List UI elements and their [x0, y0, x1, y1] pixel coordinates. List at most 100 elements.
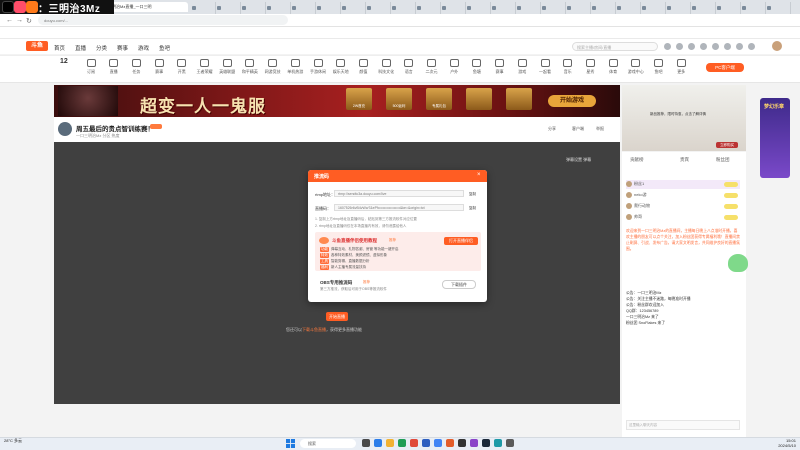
- rank-row[interactable]: 粉丝1: [626, 181, 740, 190]
- start-live-button[interactable]: 开始直播: [326, 312, 348, 321]
- category-item[interactable]: 手游休闲: [307, 59, 329, 75]
- client-button[interactable]: 客户端: [572, 126, 584, 132]
- category-item[interactable]: 户外: [443, 59, 465, 75]
- browser-tab[interactable]: [190, 2, 216, 14]
- download-plugin-button[interactable]: 下载插件: [442, 280, 476, 289]
- category-item[interactable]: 娱乐天地: [330, 59, 352, 75]
- browser-tab[interactable]: [440, 2, 466, 14]
- browser-tab[interactable]: [740, 2, 766, 14]
- browser-tab[interactable]: [515, 2, 541, 14]
- windows-start-icon[interactable]: [286, 439, 295, 448]
- rank-row[interactable]: neko游: [626, 192, 740, 201]
- app-icon[interactable]: [398, 439, 406, 447]
- category-item[interactable]: 鱼塘: [466, 59, 488, 75]
- start-game-button[interactable]: 开始游戏: [548, 95, 596, 107]
- category-item[interactable]: 鱼吧: [648, 59, 670, 75]
- douyu-logo[interactable]: 斗鱼: [26, 41, 48, 51]
- category-item[interactable]: 任务: [125, 59, 147, 75]
- app-icon[interactable]: [494, 439, 502, 447]
- browser-tab[interactable]: [365, 2, 391, 14]
- tab-vip[interactable]: 贵宾: [680, 157, 689, 163]
- category-item[interactable]: 王者荣耀: [194, 59, 216, 75]
- pc-client-button[interactable]: PC客户端: [706, 63, 744, 72]
- url-input[interactable]: douyu.com/...: [38, 15, 288, 25]
- browser-tab[interactable]: [390, 2, 416, 14]
- app-icon[interactable]: [446, 439, 454, 447]
- history-icon[interactable]: [664, 43, 671, 50]
- category-item[interactable]: 直播: [103, 59, 125, 75]
- browser-tab[interactable]: [290, 2, 316, 14]
- share-button[interactable]: 分享: [548, 126, 556, 132]
- app-icon[interactable]: [470, 439, 478, 447]
- message-icon[interactable]: [688, 43, 695, 50]
- subscribe-count[interactable]: 12: [60, 58, 68, 65]
- nav-games[interactable]: 游戏: [138, 44, 149, 52]
- task-icon[interactable]: [712, 43, 719, 50]
- category-item[interactable]: 订阅: [80, 59, 102, 75]
- steam-icon[interactable]: [482, 439, 490, 447]
- close-icon[interactable]: ×: [477, 172, 481, 178]
- category-item[interactable]: 网游竞技: [262, 59, 284, 75]
- rank-row[interactable]: 爬行动物: [626, 203, 740, 212]
- weather-widget[interactable]: 28°C 多云: [4, 438, 22, 443]
- browser-tab[interactable]: [540, 2, 566, 14]
- browser-tab[interactable]: [340, 2, 366, 14]
- category-item[interactable]: 二次元: [421, 59, 443, 75]
- browser-tab[interactable]: [265, 2, 291, 14]
- browser-tab[interactable]: [615, 2, 641, 14]
- app-icon[interactable]: [422, 439, 430, 447]
- tab-fanclub[interactable]: 粉丝团: [716, 157, 730, 163]
- open-companion-button[interactable]: 打开直播伴侣: [444, 237, 478, 245]
- browser-tab[interactable]: [565, 2, 591, 14]
- category-item[interactable]: 赛事: [489, 59, 511, 75]
- browser-tab[interactable]: [765, 2, 791, 14]
- browser-tab[interactable]: [590, 2, 616, 14]
- category-item[interactable]: 和平精英: [239, 59, 261, 75]
- nav-category[interactable]: 分类: [96, 44, 107, 52]
- stream-key-field[interactable]: 1607526r6vB4vWw7&ePf••••••••••••••••••&k…: [334, 204, 464, 211]
- browser-tab[interactable]: [715, 2, 741, 14]
- taskview-icon[interactable]: [362, 439, 370, 447]
- category-item[interactable]: 游戏中心: [625, 59, 647, 75]
- browser-tab[interactable]: [240, 2, 266, 14]
- category-item[interactable]: 单机热游: [284, 59, 306, 75]
- category-item[interactable]: 颜值: [352, 59, 374, 75]
- back-icon[interactable]: ←: [6, 17, 13, 24]
- game-banner[interactable]: [54, 85, 620, 117]
- site-search-input[interactable]: 搜索主播/房间/直播: [572, 42, 658, 51]
- category-item[interactable]: 体育: [602, 59, 624, 75]
- category-item[interactable]: 游戏: [511, 59, 533, 75]
- category-item[interactable]: 一起看: [534, 59, 556, 75]
- taskbar-search[interactable]: 搜索: [300, 439, 356, 448]
- nav-events[interactable]: 赛事: [117, 44, 128, 52]
- folder-icon[interactable]: [386, 439, 394, 447]
- category-item[interactable]: 赛事: [148, 59, 170, 75]
- category-item[interactable]: 星秀: [579, 59, 601, 75]
- copy-key-button[interactable]: 复制: [469, 206, 476, 211]
- system-clock[interactable]: 15:01 2024/5/10: [760, 438, 796, 448]
- browser-tab[interactable]: [415, 2, 441, 14]
- nav-home[interactable]: 首页: [54, 44, 65, 52]
- category-item[interactable]: 开黑: [171, 59, 193, 75]
- app-icon[interactable]: [374, 439, 382, 447]
- live-icon[interactable]: [748, 43, 755, 50]
- chrome-icon[interactable]: [434, 439, 442, 447]
- forward-icon[interactable]: →: [16, 17, 23, 24]
- browser-tab[interactable]: [690, 2, 716, 14]
- category-item[interactable]: 音乐: [557, 59, 579, 75]
- browser-tab[interactable]: [665, 2, 691, 14]
- app-icon[interactable]: [506, 439, 514, 447]
- wallet-icon[interactable]: [736, 43, 743, 50]
- download-link[interactable]: 下载斗鱼直播: [302, 327, 326, 332]
- app-icon[interactable]: [458, 439, 466, 447]
- category-item[interactable]: 英雄联盟: [216, 59, 238, 75]
- nav-fishbar[interactable]: 鱼吧: [159, 44, 170, 52]
- app-icon[interactable]: [410, 439, 418, 447]
- floating-ad[interactable]: [760, 98, 790, 178]
- category-item[interactable]: 语言: [398, 59, 420, 75]
- browser-tab[interactable]: [315, 2, 341, 14]
- browser-tab[interactable]: [640, 2, 666, 14]
- report-button[interactable]: 举报: [596, 126, 604, 132]
- player-tools[interactable]: 弹幕设置 弹幕: [566, 157, 591, 163]
- browser-tab[interactable]: [465, 2, 491, 14]
